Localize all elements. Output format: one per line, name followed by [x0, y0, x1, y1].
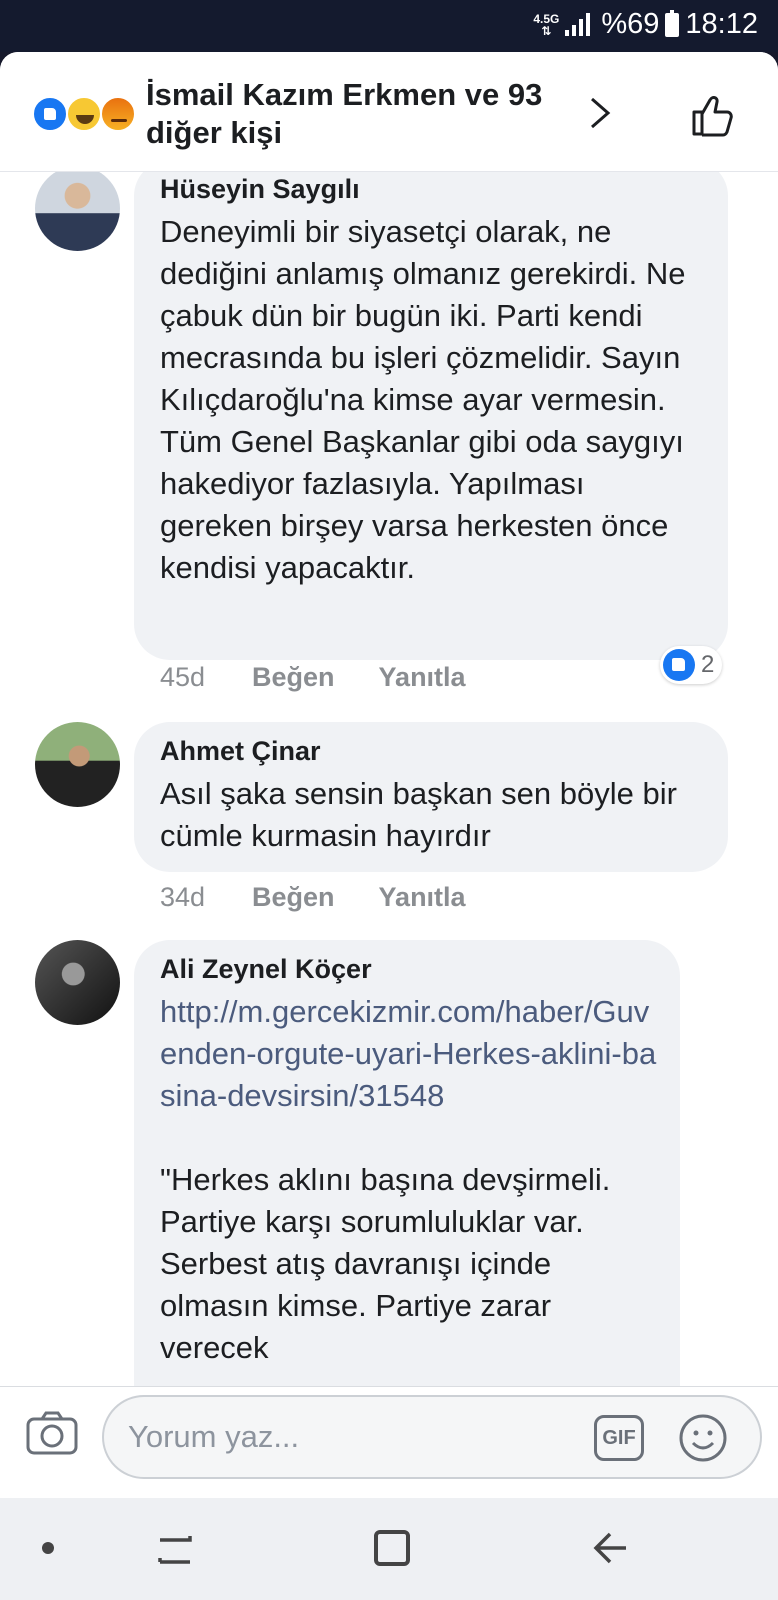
status-bar: 4.5G ⇅ %69 18:12	[0, 0, 778, 52]
like-button[interactable]: Beğen	[252, 662, 335, 693]
avatar[interactable]	[35, 722, 120, 807]
camera-icon[interactable]	[24, 1405, 80, 1461]
comment-bubble: Ahmet Çinar Asıl şaka sensin başkan sen …	[134, 722, 728, 872]
nav-indicator-dot	[42, 1542, 54, 1554]
back-icon[interactable]	[592, 1528, 632, 1568]
signal-icon	[565, 12, 595, 38]
reply-button[interactable]: Yanıtla	[379, 662, 466, 693]
comment-author[interactable]: Hüseyin Saygılı	[160, 174, 704, 205]
comment-text: Asıl şaka sensin başkan sen böyle bir cü…	[160, 776, 677, 853]
comment-author[interactable]: Ahmet Çinar	[160, 736, 704, 767]
comment-actions: 34d Beğen Yanıtla	[160, 882, 510, 913]
comment-time: 45d	[160, 662, 206, 692]
like-button[interactable]: Beğen	[252, 882, 335, 913]
reactors-text[interactable]: İsmail Kazım Erkmen ve 93 diğer kişi	[146, 76, 586, 152]
comment-text: Deneyimli bir siyasetçi olarak, ne dediğ…	[160, 214, 686, 585]
comment-input[interactable]: Yorum yaz... GIF	[102, 1395, 762, 1479]
chevron-right-icon[interactable]	[582, 96, 616, 130]
comment-list[interactable]: Hüseyin Saygılı Deneyimli bir siyasetçi …	[0, 172, 778, 1438]
battery-icon	[665, 9, 680, 37]
like-icon[interactable]	[690, 92, 736, 138]
reactions-header[interactable]: İsmail Kazım Erkmen ve 93 diğer kişi	[0, 52, 778, 172]
comment-actions: 45d Beğen Yanıtla	[160, 662, 510, 693]
comments-panel: İsmail Kazım Erkmen ve 93 diğer kişi Hüs…	[0, 52, 778, 1498]
reply-button[interactable]: Yanıtla	[379, 882, 466, 913]
comment-composer: Yorum yaz... GIF	[0, 1386, 778, 1498]
clock: 18:12	[685, 8, 758, 40]
comment-author[interactable]: Ali Zeynel Köçer	[160, 954, 660, 985]
haha-reaction-icon	[66, 96, 102, 132]
home-icon[interactable]	[374, 1530, 410, 1566]
battery-percent: %69	[601, 8, 660, 40]
comment-link[interactable]: http://m.gercekizmir.com/haber/Guvenden-…	[160, 991, 660, 1117]
network-type: 4.5G	[533, 11, 560, 26]
comment-input-placeholder: Yorum yaz...	[128, 1419, 300, 1454]
system-nav-bar	[0, 1498, 778, 1600]
comment-bubble: Ali Zeynel Köçer http://m.gercekizmir.co…	[134, 940, 680, 1438]
avatar[interactable]	[35, 940, 120, 1025]
angry-reaction-icon	[100, 96, 136, 132]
gif-button[interactable]: GIF	[594, 1415, 644, 1461]
network-indicator: 4.5G ⇅	[533, 11, 560, 38]
emoji-icon[interactable]	[678, 1413, 728, 1463]
comment-reaction-count[interactable]: 2	[660, 646, 723, 684]
comment-text: "Herkes aklını başına devşirmeli. Partiy…	[160, 1162, 611, 1365]
recents-icon[interactable]	[156, 1528, 194, 1568]
like-reaction-icon	[32, 96, 68, 132]
reaction-count-value: 2	[701, 651, 715, 678]
like-reaction-icon	[663, 649, 695, 681]
avatar[interactable]	[35, 172, 120, 251]
reaction-icons	[32, 96, 138, 132]
comment-bubble: Hüseyin Saygılı Deneyimli bir siyasetçi …	[134, 172, 728, 660]
comment-time: 34d	[160, 882, 206, 912]
